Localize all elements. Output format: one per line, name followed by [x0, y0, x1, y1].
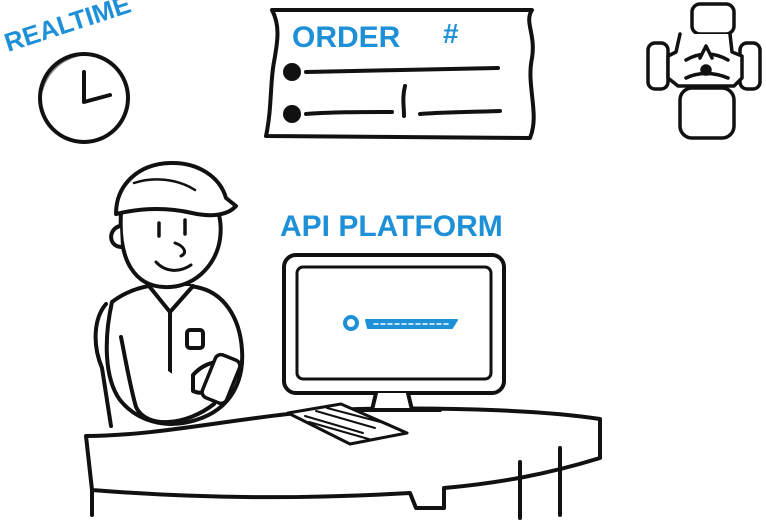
order-hash-label: # — [443, 18, 459, 49]
computer-icon — [282, 253, 506, 412]
clock-icon — [38, 52, 130, 144]
api-platform-label: API PLATFORM — [280, 210, 503, 243]
order-label: ORDER — [292, 21, 401, 54]
universal-joint-icon — [646, 2, 762, 140]
whiteboard-scene: REALTIME ORDER # API PLATFORM — [0, 0, 766, 520]
realtime-group: REALTIME — [1, 0, 135, 144]
illustration-canvas: REALTIME ORDER # API PLATFORM — [1, 0, 762, 520]
order-ticket-group: ORDER # — [264, 8, 536, 140]
realtime-label: REALTIME — [1, 0, 135, 58]
